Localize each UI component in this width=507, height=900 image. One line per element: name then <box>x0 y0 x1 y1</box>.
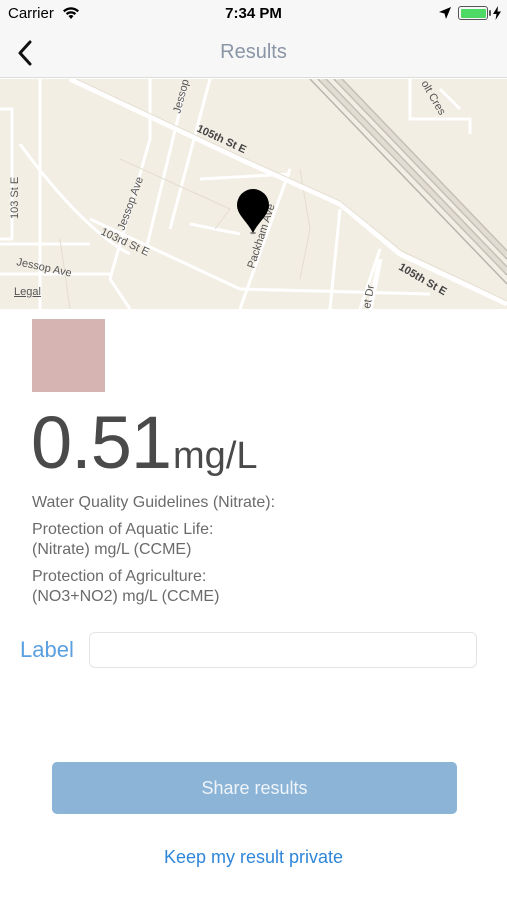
map-street-label: Jessop Ave <box>15 256 72 279</box>
battery-icon <box>458 6 488 20</box>
location-map[interactable]: 105th St E 105th St E 103rd St E Jessop … <box>0 79 507 309</box>
map-street-label: et Dr <box>361 284 377 309</box>
guidelines-title: Water Quality Guidelines (Nitrate): <box>32 494 276 511</box>
label-field-label: Label <box>20 637 74 662</box>
page-title: Results <box>220 41 287 63</box>
agriculture-guideline-line1: Protection of Agriculture: <box>32 568 207 585</box>
status-time: 7:34 PM <box>225 5 282 22</box>
aquatic-guideline-line1: Protection of Aquatic Life: <box>32 521 214 538</box>
label-input[interactable] <box>89 632 477 668</box>
charging-icon <box>492 6 502 25</box>
agriculture-guideline: Protection of Agriculture: (NO3+NO2) mg/… <box>32 567 219 607</box>
map-legal-link[interactable]: Legal <box>14 286 41 298</box>
result-reading: 0.51mg/L <box>31 400 258 485</box>
navigation-bar: Results <box>0 28 507 78</box>
keep-private-link[interactable]: Keep my result private <box>0 847 507 868</box>
map-street-label: 103 St E <box>9 177 21 219</box>
share-results-button[interactable]: Share results <box>52 762 457 814</box>
map-street-label: Jessop <box>171 79 192 115</box>
location-arrow-icon <box>438 6 452 25</box>
agriculture-guideline-line2: (NO3+NO2) mg/L (CCME) <box>32 588 220 605</box>
aquatic-guideline: Protection of Aquatic Life: (Nitrate) mg… <box>32 520 213 560</box>
map-street-label: olt Cres <box>418 79 448 118</box>
result-color-swatch <box>32 319 105 392</box>
result-value: 0.51 <box>31 401 172 484</box>
result-unit: mg/L <box>173 435 258 477</box>
map-street-label: Jessop Ave <box>116 175 146 232</box>
status-bar: Carrier 7:34 PM <box>0 0 507 28</box>
aquatic-guideline-line2: (Nitrate) mg/L (CCME) <box>32 541 192 558</box>
